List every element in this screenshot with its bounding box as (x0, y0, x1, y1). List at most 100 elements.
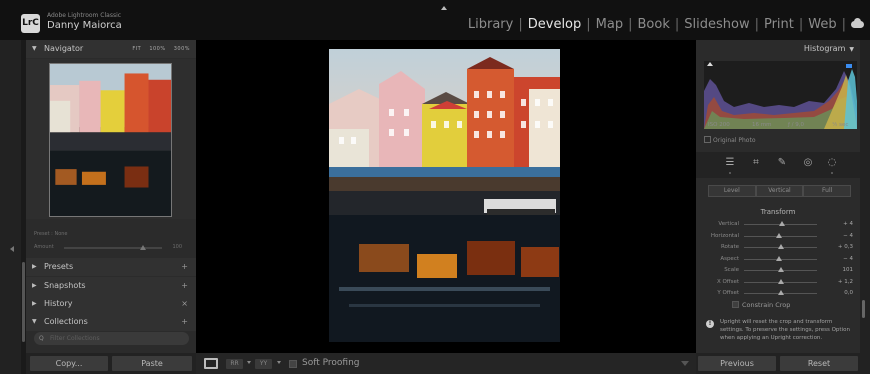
zoom-300[interactable]: 300% (174, 46, 190, 52)
original-photo-checkbox[interactable] (704, 136, 711, 143)
slider-knob[interactable] (776, 256, 783, 261)
swap-dropdown-icon[interactable] (277, 361, 281, 364)
slider-knob[interactable] (778, 221, 785, 226)
zoom-100[interactable]: 100% (149, 46, 165, 52)
slider-knob[interactable] (778, 267, 785, 272)
exif-iso: ISO 200 (708, 122, 730, 128)
amount-slider-knob[interactable] (140, 245, 146, 250)
slider-value[interactable]: − 4 (843, 256, 853, 262)
upright-vertical-button[interactable]: Vertical (755, 185, 804, 197)
previous-button[interactable]: Previous (698, 356, 776, 371)
redeye-icon[interactable]: ◎ (802, 157, 814, 169)
top-panel-toggle-icon[interactable] (441, 6, 447, 10)
module-slideshow[interactable]: Slideshow (679, 17, 754, 32)
slider-label: Horizontal (710, 233, 739, 239)
module-print[interactable]: Print (759, 17, 799, 32)
before-after-button[interactable]: RR (226, 359, 243, 369)
paste-settings-button[interactable]: Paste (112, 356, 192, 371)
navigator-thumbnail[interactable] (49, 63, 172, 217)
slider-value[interactable]: + 4 (843, 221, 853, 227)
module-develop[interactable]: Develop (523, 17, 587, 32)
left-panel-toggle-icon[interactable] (10, 246, 14, 252)
swap-settings-button[interactable]: YY (255, 359, 272, 369)
presets-header[interactable]: ▶ Presets + (26, 258, 196, 276)
slider-knob[interactable] (776, 233, 783, 238)
right-panel-scrollbar[interactable] (862, 300, 865, 318)
slider-value[interactable]: 0,0 (844, 290, 853, 296)
collection-filter-input[interactable]: Q Filter Collections (34, 332, 189, 345)
preset-amount-row: Amount 100 (34, 244, 190, 250)
cloud-sync-icon[interactable] (851, 18, 864, 28)
snapshots-title: Snapshots (44, 281, 86, 290)
reset-button[interactable]: Reset (780, 356, 858, 371)
collapse-triangle-icon: ▼ (32, 45, 37, 52)
snapshots-header[interactable]: ▶ Snapshots + (26, 277, 196, 295)
collections-header[interactable]: ▼ Collections + (26, 313, 196, 331)
add-snapshot-icon[interactable]: + (181, 277, 188, 295)
upright-mode-buttons: Level Vertical Full (708, 185, 852, 197)
amount-label: Amount (34, 244, 54, 250)
navigator-header[interactable]: ▼ Navigator FIT 100% 300% (26, 40, 196, 58)
slider-value[interactable]: + 0,3 (838, 244, 853, 250)
healing-icon[interactable]: ✎ (776, 157, 788, 169)
tool-indicator (831, 172, 833, 174)
slider-knob[interactable] (777, 279, 784, 284)
amount-value: 100 (172, 244, 182, 250)
user-name[interactable]: Danny Maiorca (47, 20, 122, 31)
history-header[interactable]: ▶ History × (26, 295, 196, 313)
info-icon: ! (706, 320, 714, 328)
clear-history-icon[interactable]: × (181, 295, 188, 313)
upright-full-button[interactable]: Full (803, 185, 852, 197)
transform-slider-row: Aspect − 4 (696, 256, 860, 266)
history-title: History (44, 299, 73, 308)
toolbar-menu-chevron-icon[interactable] (681, 361, 689, 366)
photo-canvas (196, 40, 696, 353)
original-photo-row[interactable]: Original Photo (704, 136, 756, 144)
zoom-fit[interactable]: FIT (132, 46, 141, 52)
constrain-crop-label: Constrain Crop (742, 301, 791, 309)
navigator-preview-area (26, 59, 196, 219)
transform-slider-row: Y Offset 0,0 (696, 290, 860, 300)
slider-knob[interactable] (777, 290, 784, 295)
right-panel-edge (860, 40, 870, 374)
module-separator: | (841, 17, 846, 32)
add-preset-icon[interactable]: + (181, 258, 188, 276)
tool-indicator (729, 172, 731, 174)
right-panel-footer: Previous Reset (696, 353, 860, 374)
before-after-dropdown-icon[interactable] (247, 361, 251, 364)
add-collection-icon[interactable]: + (181, 313, 188, 331)
transform-slider-row: Rotate + 0,3 (696, 244, 860, 254)
copy-settings-button[interactable]: Copy... (30, 356, 108, 371)
transform-section-title: Transform (760, 208, 796, 216)
slider-label: Scale (724, 267, 739, 273)
mask-icon[interactable]: ◌ (826, 157, 838, 169)
constrain-crop-checkbox[interactable] (732, 301, 739, 308)
slider-value[interactable]: 101 (843, 267, 854, 273)
main-photo[interactable] (329, 49, 560, 342)
slider-value[interactable]: − 4 (843, 233, 853, 239)
shadow-clipping-indicator-icon[interactable] (707, 62, 713, 66)
module-library[interactable]: Library (463, 17, 518, 32)
right-panel: Histogram ▼ ISO 200 16 mm ƒ / 9,0 ¹⁄₅ sec… (696, 40, 860, 353)
slider-label: Vertical (718, 221, 739, 227)
sliders-icon[interactable]: ☰ (724, 157, 736, 169)
amount-slider-track[interactable] (64, 245, 162, 250)
slider-knob[interactable] (777, 244, 784, 249)
module-book[interactable]: Book (633, 17, 675, 32)
collections-title: Collections (44, 317, 88, 326)
highlight-clipping-indicator-icon[interactable] (846, 64, 852, 68)
crop-icon[interactable]: ⌗ (750, 157, 762, 169)
expand-triangle-icon: ▶ (32, 300, 37, 307)
soft-proofing-checkbox[interactable] (289, 360, 297, 368)
upright-level-button[interactable]: Level (708, 185, 756, 197)
left-panel-scrollbar[interactable] (22, 262, 25, 342)
constrain-crop-row[interactable]: Constrain Crop (732, 301, 790, 309)
loupe-view-icon[interactable] (204, 358, 218, 369)
module-map[interactable]: Map (591, 17, 628, 32)
histogram-header[interactable]: Histogram ▼ (804, 44, 854, 53)
module-web[interactable]: Web (803, 17, 841, 32)
upright-info-text: Upright will reset the crop and transfor… (720, 319, 850, 341)
soft-proofing-label: Soft Proofing (302, 358, 360, 368)
slider-value[interactable]: + 1,2 (838, 279, 853, 285)
expand-triangle-icon: ▶ (32, 263, 37, 270)
